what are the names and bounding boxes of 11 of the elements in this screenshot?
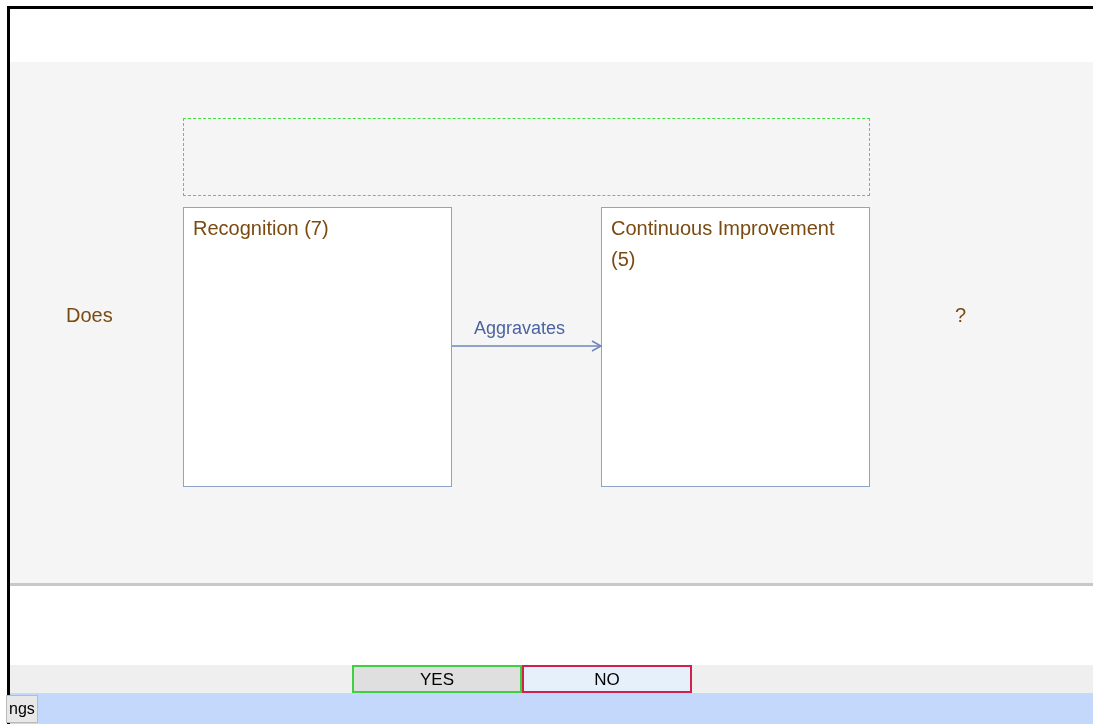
status-tab[interactable]: ngs <box>6 694 38 723</box>
concept-node[interactable]: Recognition (7) <box>183 207 452 487</box>
answer-button[interactable]: YES <box>352 665 522 693</box>
node-label: Recognition (7) <box>193 216 330 241</box>
question-suffix: ? <box>955 303 967 328</box>
answer-button[interactable]: NO <box>522 665 692 693</box>
link-label: Aggravates <box>474 317 566 340</box>
node-label: Continuous Improvement (5) <box>611 216 836 272</box>
question-prefix: Does <box>66 303 113 328</box>
drop-zone[interactable] <box>183 118 870 196</box>
concept-node[interactable]: Continuous Improvement (5) <box>601 207 870 487</box>
